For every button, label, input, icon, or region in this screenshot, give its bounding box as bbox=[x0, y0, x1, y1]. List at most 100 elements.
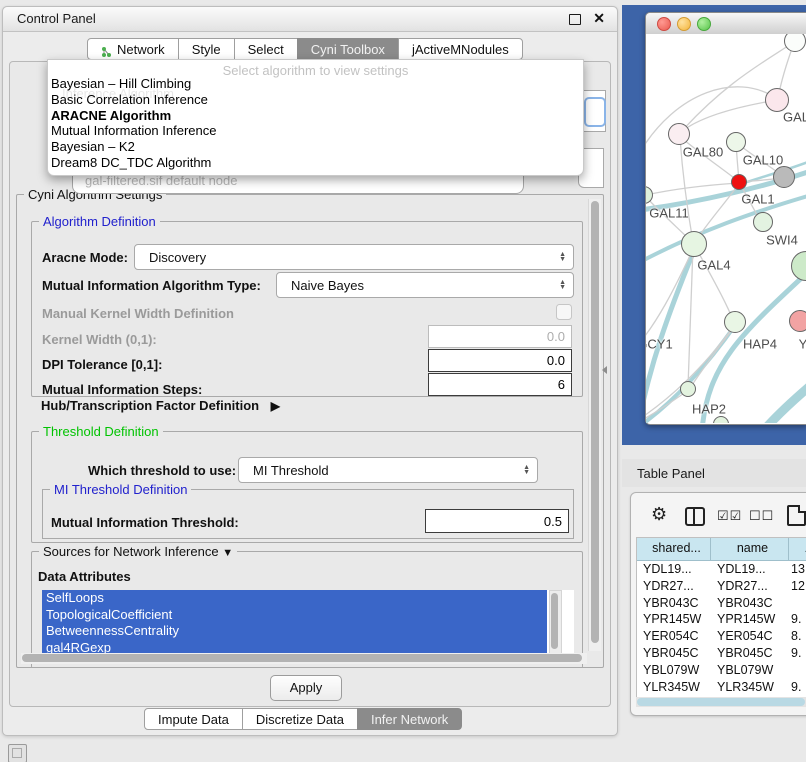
network-window-titlebar bbox=[646, 13, 806, 35]
which-threshold-combo[interactable]: MI Threshold ▲▼ bbox=[238, 457, 538, 483]
table-body: YDL19...YDL19...13YDR27...YDR27...12YBR0… bbox=[637, 561, 806, 699]
network-canvas[interactable]: GALGAL80GAL10GAL1GAL11SWI4GAL4GCY1HAP4YH… bbox=[646, 34, 806, 423]
mi-type-combo[interactable]: Naive Bayes ▲▼ bbox=[276, 272, 574, 298]
attributes-scrollbar[interactable] bbox=[549, 590, 562, 660]
data-attributes-list: SelfLoopsTopologicalCoefficientBetweenne… bbox=[42, 590, 574, 658]
table-row[interactable]: YPR145WYPR145W9. bbox=[637, 611, 806, 628]
column-header-shared[interactable]: shared... bbox=[637, 538, 711, 560]
table-cell: 9. bbox=[789, 611, 806, 628]
column-header-name[interactable]: name bbox=[711, 538, 789, 560]
node-label: Y bbox=[799, 337, 806, 352]
which-threshold-label: Which threshold to use: bbox=[88, 463, 236, 478]
network-window: GALGAL80GAL10GAL1GAL11SWI4GAL4GCY1HAP4YH… bbox=[645, 12, 806, 425]
tab-label: Impute Data bbox=[158, 709, 229, 730]
table-cell: 9. bbox=[789, 645, 806, 662]
node-swi4[interactable] bbox=[753, 212, 773, 232]
manual-kernel-checkbox[interactable] bbox=[556, 304, 572, 320]
tab-infer-network[interactable]: Infer Network bbox=[357, 708, 462, 730]
attribute-item-betweennesscentrality[interactable]: BetweennessCentrality bbox=[42, 623, 547, 640]
table-toolbar: ⚙ ☑☑ ☐☐ bbox=[631, 501, 806, 531]
close-icon[interactable]: ✕ bbox=[593, 10, 605, 27]
node-label: HAP2 bbox=[692, 402, 726, 417]
algorithm-option-dream8-dc-tdc-algorithm[interactable]: Dream8 DC_TDC Algorithm bbox=[51, 155, 580, 171]
table-row[interactable]: YDR27...YDR27...12 bbox=[637, 578, 806, 595]
algorithm-definition-title: Algorithm Definition bbox=[39, 214, 160, 229]
deselect-all-checkboxes-icon[interactable]: ☐☐ bbox=[749, 508, 774, 524]
tab-cyni-toolbox[interactable]: Cyni Toolbox bbox=[297, 38, 399, 60]
tab-label: Style bbox=[192, 39, 221, 60]
table-cell: YBR043C bbox=[711, 595, 789, 612]
close-traffic-light[interactable] bbox=[657, 17, 671, 31]
minimize-traffic-light[interactable] bbox=[677, 17, 691, 31]
sources-group-title: Sources for Network Inference ▼ bbox=[39, 544, 237, 559]
column-header-a[interactable]: A bbox=[789, 538, 806, 560]
node-gal1[interactable] bbox=[731, 174, 747, 190]
table-cell: YDR27... bbox=[711, 578, 789, 595]
spinner-icon: ▲▼ bbox=[559, 252, 566, 262]
tab-impute-data[interactable]: Impute Data bbox=[144, 708, 243, 730]
table-cell: 9. bbox=[789, 679, 806, 696]
node-label: GAL bbox=[783, 110, 806, 125]
mi-threshold-label: Mutual Information Threshold: bbox=[51, 515, 239, 530]
network-icon bbox=[101, 43, 112, 55]
table-cell: 8. bbox=[789, 628, 806, 645]
table-horizontal-scrollbar[interactable] bbox=[636, 697, 806, 707]
algorithm-option-bayesian-k2[interactable]: Bayesian – K2 bbox=[51, 139, 580, 155]
mi-steps-field[interactable]: 6 bbox=[428, 373, 572, 396]
select-all-checkboxes-icon[interactable]: ☑☑ bbox=[717, 508, 742, 524]
node-gal80[interactable] bbox=[668, 123, 690, 145]
mi-steps-label: Mutual Information Steps: bbox=[42, 382, 202, 397]
algorithm-option-mutual-information-inference[interactable]: Mutual Information Inference bbox=[51, 123, 580, 139]
table-row[interactable]: YBL079WYBL079W bbox=[637, 662, 806, 679]
dpi-tolerance-field[interactable]: 0.0 bbox=[428, 349, 572, 372]
node-y[interactable] bbox=[789, 310, 806, 332]
expanded-arrow-icon[interactable]: ▼ bbox=[222, 547, 233, 559]
node-gal10[interactable] bbox=[726, 132, 746, 152]
gear-icon[interactable]: ⚙ bbox=[651, 504, 667, 525]
attribute-item-selfloops[interactable]: SelfLoops bbox=[42, 590, 547, 607]
tab-select[interactable]: Select bbox=[234, 38, 298, 60]
attribute-item-topologicalcoefficient[interactable]: TopologicalCoefficient bbox=[42, 607, 547, 624]
node-label: GAL1 bbox=[741, 192, 774, 207]
tab-network[interactable]: Network bbox=[87, 38, 179, 60]
algorithm-option-aracne-algorithm[interactable]: ARACNE Algorithm bbox=[51, 108, 580, 124]
node[interactable] bbox=[773, 166, 795, 188]
table-cell: YER054C bbox=[637, 628, 711, 645]
node-hap2[interactable] bbox=[680, 381, 696, 397]
table-row[interactable]: YBR043CYBR043C bbox=[637, 595, 806, 612]
bottom-tab-bar: Impute Data Discretize DataInfer Network bbox=[144, 708, 462, 730]
table-cell bbox=[789, 662, 806, 679]
apply-button[interactable]: Apply bbox=[270, 675, 342, 701]
export-table-icon[interactable] bbox=[787, 505, 806, 526]
node-hap4[interactable] bbox=[724, 311, 746, 333]
kernel-width-field: 0.0 bbox=[428, 325, 572, 348]
table-cell: YBL079W bbox=[637, 662, 711, 679]
splitter-arrow-icon[interactable] bbox=[602, 366, 607, 374]
control-panel-body: gal-filtered.sif default node Cyni Algor… bbox=[9, 61, 611, 707]
table-row[interactable]: YBR045CYBR045C9. bbox=[637, 645, 806, 662]
table-row[interactable]: YLR345WYLR345W9. bbox=[637, 679, 806, 696]
float-panel-icon[interactable] bbox=[569, 14, 581, 25]
zoom-traffic-light[interactable] bbox=[697, 17, 711, 31]
table-panel-title: Table Panel bbox=[637, 466, 705, 481]
table-cell: YPR145W bbox=[637, 611, 711, 628]
columns-icon[interactable] bbox=[685, 507, 705, 526]
algorithm-definition-group: Algorithm Definition Aracne Mode: Discov… bbox=[31, 221, 583, 397]
docked-panel-icon[interactable] bbox=[8, 744, 27, 762]
mi-threshold-field[interactable]: 0.5 bbox=[425, 509, 569, 533]
tab-style[interactable]: Style bbox=[178, 38, 235, 60]
settings-horizontal-scrollbar[interactable] bbox=[21, 653, 587, 664]
aracne-mode-combo[interactable]: Discovery ▲▼ bbox=[134, 244, 574, 270]
node-gal4[interactable] bbox=[681, 231, 707, 257]
ghost-inference-algorithm-label: Inference Algorithm bbox=[62, 86, 174, 101]
sources-group: Sources for Network Inference ▼ Data Att… bbox=[31, 551, 583, 668]
table-row[interactable]: YER054CYER054C8. bbox=[637, 628, 806, 645]
tab-discretize-data[interactable]: Discretize Data bbox=[242, 708, 358, 730]
algorithm-dropdown-popup: Select algorithm to view settings Infere… bbox=[47, 59, 584, 176]
table-row[interactable]: YDL19...YDL19...13 bbox=[637, 561, 806, 578]
tab-jactivemnodules[interactable]: jActiveMNodules bbox=[398, 38, 523, 60]
hub-definition-toggle[interactable]: Hub/Transcription Factor Definition ▶ bbox=[41, 398, 280, 413]
node-label: GAL80 bbox=[683, 145, 723, 160]
settings-vertical-scrollbar[interactable] bbox=[588, 199, 601, 651]
node-gal[interactable] bbox=[765, 88, 789, 112]
